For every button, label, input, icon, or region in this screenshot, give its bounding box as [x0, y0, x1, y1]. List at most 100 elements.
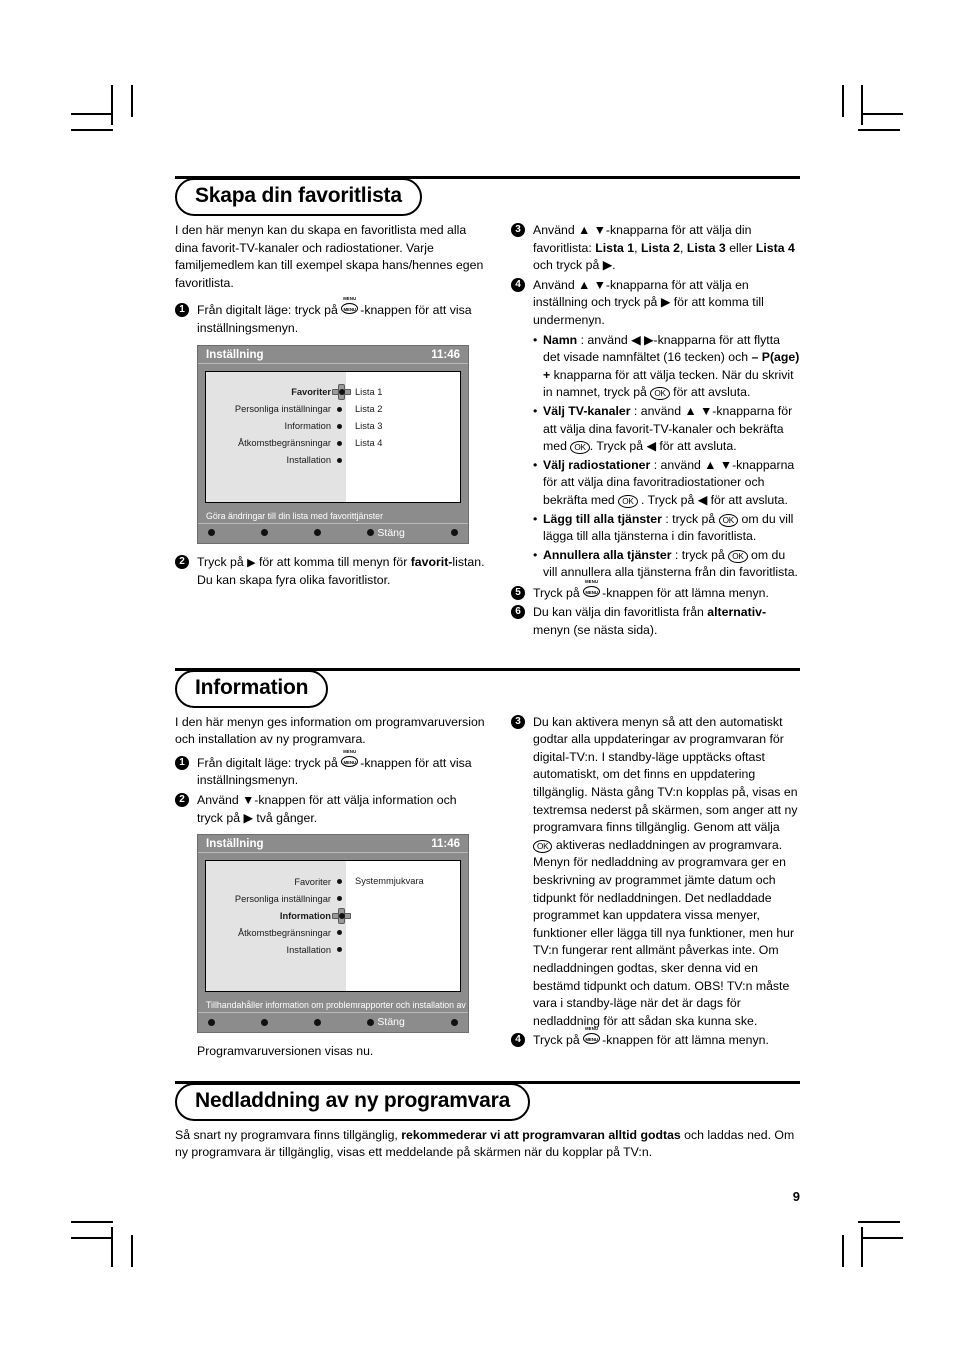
key-dot-icon	[208, 529, 215, 537]
tv-value-column: Systemmjukvara	[346, 861, 460, 992]
step-5: 5 Tryck på MENU MENU -knappen för att lämna…	[511, 579, 800, 603]
step-2: 2 Tryck på ▶ för att komma till menyn för…	[175, 554, 485, 590]
tv-value-lista-4[interactable]: Lista 4	[355, 435, 460, 452]
step-3-lista-3: Lista 3	[686, 240, 726, 255]
sub-bullet-lagg-till-label: Lägg till alla tjänster	[543, 511, 662, 526]
ok-button-icon: OK	[718, 513, 739, 527]
step-3-text-b: aktiveras nedladdningen av programvara. …	[533, 837, 795, 1028]
step-6-text-a: Du kan välja din favoritlista från	[533, 605, 708, 620]
menu-dot-icon	[337, 457, 342, 463]
step-4: 4 Använd ▲ ▼-knapparna för att välja en i…	[511, 277, 800, 330]
crop-mark-bottom-left	[111, 1227, 113, 1267]
step-number: 4	[511, 1033, 525, 1048]
section-body-favoritlista: I den här menyn kan du skapa en favoritl…	[175, 222, 800, 642]
page-number: 9	[792, 1189, 800, 1204]
section-header-nedladdning: Nedladdning av ny programvara	[175, 1080, 800, 1123]
tv-value-lista-2[interactable]: Lista 2	[355, 401, 460, 418]
crop-mark-top-left	[131, 85, 133, 117]
column-left-favoritlista: I den här menyn kan du skapa en favoritl…	[175, 222, 485, 592]
tv-body: Favoriter Personliga inställningar Infor…	[198, 853, 468, 998]
ok-button-icon: OK	[728, 549, 748, 563]
tv-key-5[interactable]	[451, 529, 459, 537]
step-4-text: Använd ▲ ▼-knapparna för att välja en in…	[533, 277, 764, 327]
section-header-favoritlista: Skapa din favoritlista	[175, 176, 800, 218]
crop-mark-top-right	[861, 113, 903, 115]
dpad-cursor-icon	[332, 907, 351, 924]
step-number: 5	[511, 585, 525, 600]
key-dot-icon	[451, 529, 459, 537]
ok-button-icon: OK	[650, 387, 670, 401]
menu-dot-icon	[337, 879, 342, 885]
step-2-text-b: för att komma till menyn för	[255, 554, 411, 569]
tv-key-3[interactable]	[314, 529, 322, 537]
tv-menu-item-atkomst[interactable]: Åtkomstbegränsningar	[206, 435, 346, 452]
step-5-text-b: -knappen för att lämna menyn.	[602, 585, 769, 600]
tv-menu-item-installation[interactable]: Installation	[206, 941, 346, 958]
column-right-favoritlista: 3 Använd ▲ ▼-knapparna för att välja din …	[511, 222, 800, 642]
key-dot-icon	[314, 1018, 322, 1026]
step-3-lista-4: Lista 4	[755, 240, 795, 255]
crop-mark-top-left	[111, 85, 113, 125]
sub-bullet-lagg-till-alla: • Lägg till alla tjänster : tryck på OK o…	[533, 511, 794, 544]
tv-menu-item-personliga[interactable]: Personliga inställningar	[206, 401, 346, 418]
ok-button-icon: OK	[618, 494, 638, 508]
bullet-icon: •	[533, 511, 538, 526]
key-dot-icon	[367, 1018, 375, 1026]
tv-menu-item-personliga[interactable]: Personliga inställningar	[206, 890, 346, 907]
tv-menu-item-atkomst[interactable]: Åtkomstbegränsningar	[206, 924, 346, 941]
crop-mark-bottom-right	[842, 1235, 844, 1267]
tv-value-systemmjukvara[interactable]: Systemmjukvara	[355, 873, 460, 890]
key-dot-icon	[314, 529, 322, 537]
tv-key-close[interactable]: Stäng	[367, 527, 405, 539]
tv-key-2[interactable]	[261, 529, 269, 537]
step-4-text-a: Tryck på	[533, 1033, 584, 1048]
step-6-text-b: menyn (se nästa sida).	[533, 623, 658, 638]
tv-key-bar: Stäng	[198, 524, 468, 543]
crop-mark-top-right	[858, 129, 900, 131]
crop-mark-bottom-right	[861, 1237, 903, 1239]
step-2-bold: favorit-	[410, 554, 453, 569]
tv-hint-text: Göra ändringar till din lista med favori…	[198, 509, 468, 524]
step-1-text-a: Från digitalt läge: tryck på	[197, 303, 342, 318]
bullet-icon: •	[533, 547, 538, 562]
step-number: 1	[175, 303, 189, 318]
manual-page: Skapa din favoritlista I den här menyn k…	[175, 176, 800, 1204]
step-6: 6 Du kan välja din favoritlista från alte…	[511, 604, 800, 639]
step-3-text-a: Du kan aktivera menyn så att den automat…	[533, 714, 798, 835]
step-3-lista-1: Lista 1	[595, 240, 635, 255]
sub-bullet-valj-tv-label: Välj TV-kanaler	[543, 403, 631, 418]
tv-value-lista-3[interactable]: Lista 3	[355, 418, 460, 435]
sub-bullet-namn-label: Namn	[543, 332, 578, 347]
step-number: 2	[175, 793, 189, 808]
step-1: 1 Från digitalt läge: tryck på MENU MENU -k…	[175, 297, 485, 337]
column-left-information: I den här menyn ges information om progr…	[175, 714, 485, 1061]
tv-key-5[interactable]	[451, 1018, 459, 1026]
bullet-icon: •	[533, 403, 538, 418]
tv-body: Favoriter Personliga inställningar Infor…	[198, 364, 468, 509]
tv-clock: 11:46	[431, 838, 460, 851]
step-3-lista-2: Lista 2	[641, 240, 680, 255]
tv-key-1[interactable]	[208, 529, 215, 537]
crop-mark-top-left	[71, 129, 113, 131]
step-1: 1 Från digitalt läge: tryck på MENU MENU -k…	[175, 749, 485, 790]
sub-bullet-annullera-label: Annullera alla tjänster	[543, 547, 672, 562]
section-title-favoritlista: Skapa din favoritlista	[175, 178, 422, 217]
tv-menu-item-information[interactable]: Information	[206, 418, 346, 435]
tv-menu-item-favoriter[interactable]: Favoriter	[206, 873, 346, 890]
tv-key-2[interactable]	[261, 1018, 269, 1026]
sub-bullet-annullera-alla: • Annullera alla tjänster : tryck på OK o…	[533, 547, 798, 580]
step-4-text-b: -knappen för att lämna menyn.	[602, 1033, 769, 1048]
tv-key-3[interactable]	[314, 1018, 322, 1026]
section-header-information: Information	[175, 667, 800, 710]
tv-key-close[interactable]: Stäng	[367, 1016, 405, 1028]
tv-menu-column: Favoriter Personliga inställningar Infor…	[206, 371, 351, 502]
tv-menu-item-information[interactable]: Information	[206, 907, 351, 924]
nedladdning-bold: rekommederar vi att programvaran alltid …	[401, 1127, 681, 1142]
tv-value-lista-1[interactable]: Lista 1	[355, 384, 460, 401]
tv-menu-item-favoriter[interactable]: Favoriter	[206, 384, 351, 401]
tv-value-column: Lista 1 Lista 2 Lista 3 Lista 4	[346, 371, 460, 502]
dpad-cursor-icon	[332, 384, 351, 401]
tv-key-1[interactable]	[208, 1018, 215, 1026]
tv-title-text: Inställning	[206, 348, 264, 361]
tv-menu-item-installation[interactable]: Installation	[206, 452, 346, 469]
